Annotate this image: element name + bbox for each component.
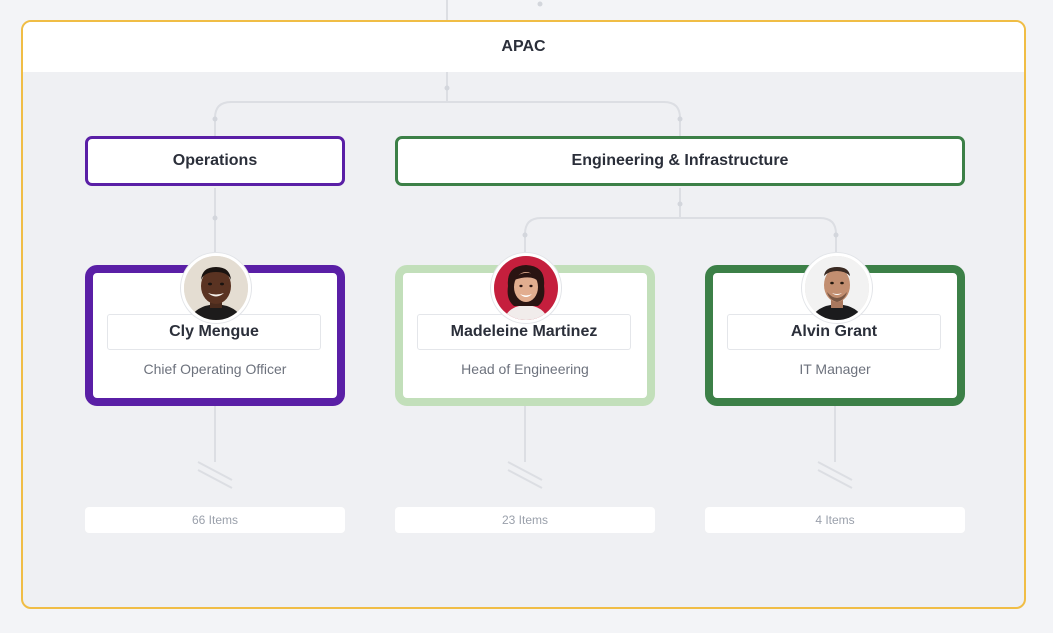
items-count-alvin-grant[interactable]: 4 Items bbox=[705, 507, 965, 533]
avatar-madeleine-martinez bbox=[491, 253, 561, 323]
avatar-cly-mengue bbox=[181, 253, 251, 323]
person-title: Head of Engineering bbox=[461, 361, 589, 377]
items-count-cly-mengue[interactable]: 66 Items bbox=[85, 507, 345, 533]
avatar-alvin-grant bbox=[802, 253, 872, 323]
dept-engineering-infrastructure[interactable]: Engineering & Infrastructure bbox=[395, 136, 965, 186]
person-title: Chief Operating Officer bbox=[143, 361, 287, 377]
person-title: IT Manager bbox=[799, 361, 871, 377]
dept-operations[interactable]: Operations bbox=[85, 136, 345, 186]
items-count-madeleine-martinez[interactable]: 23 Items bbox=[395, 507, 655, 533]
